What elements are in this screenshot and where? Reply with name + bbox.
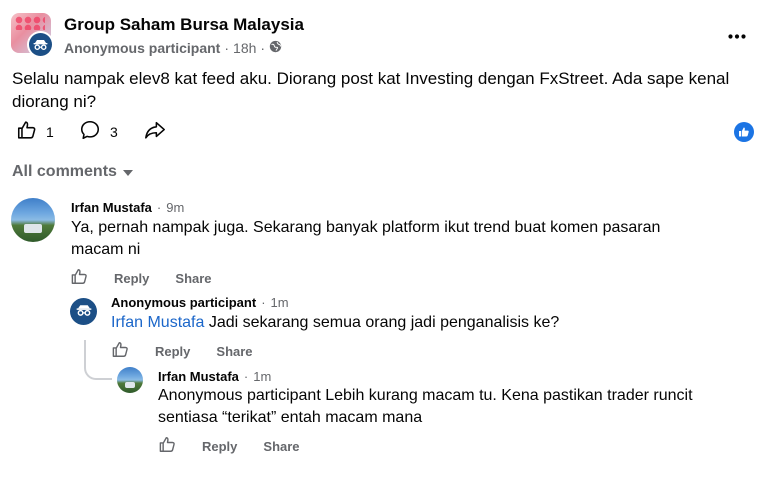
commenter-name[interactable]: Irfan Mustafa <box>71 200 152 215</box>
post-time[interactable]: 18h <box>233 40 256 56</box>
share-comment-button[interactable]: Share <box>216 344 252 359</box>
comment-time[interactable]: 1m <box>253 369 271 384</box>
comment-header: Irfan Mustafa · 1m <box>158 369 271 384</box>
comment-icon <box>78 119 102 146</box>
comment-separator: · <box>261 295 266 310</box>
all-comments-label: All comments <box>12 163 117 180</box>
group-name[interactable]: Group Saham Bursa Malaysia <box>64 15 304 35</box>
comment-actions: Reply Share <box>111 340 253 362</box>
all-comments-filter[interactable]: All comments <box>12 163 133 181</box>
meta-separator: · <box>224 40 230 56</box>
more-icon <box>728 26 746 44</box>
comment-separator: · <box>243 369 249 384</box>
anonymous-icon <box>76 303 92 321</box>
like-icon[interactable] <box>111 340 130 362</box>
more-options-button[interactable] <box>726 25 748 45</box>
post-text: Selalu nampak elev8 kat feed aku. Dioran… <box>12 69 730 111</box>
comment-actions: Reply Share <box>70 267 212 289</box>
share-button[interactable] <box>143 121 167 143</box>
comment-time[interactable]: 9m <box>166 200 184 215</box>
share-comment-button[interactable]: Share <box>175 271 211 286</box>
share-comment-button[interactable]: Share <box>263 439 299 454</box>
post-author[interactable]: Anonymous participant <box>64 40 220 56</box>
like-badge-icon[interactable] <box>734 122 754 142</box>
comment-header: Irfan Mustafa · 9m <box>71 200 184 215</box>
meta-separator: · <box>260 40 266 56</box>
comment-time[interactable]: 1m <box>271 295 289 310</box>
reply-button[interactable]: Reply <box>114 271 149 286</box>
like-icon[interactable] <box>158 435 177 457</box>
comment-text: Irfan Mustafa Jadi sekarang semua orang … <box>111 312 711 334</box>
share-icon <box>143 119 167 146</box>
commenter-name[interactable]: Anonymous participant <box>111 295 256 310</box>
like-count: 1 <box>46 124 54 140</box>
mention-link[interactable]: Irfan Mustafa <box>111 314 204 331</box>
anonymous-badge <box>27 31 54 58</box>
post-meta: Anonymous participant · 18h · <box>64 40 282 56</box>
anonymous-avatar[interactable] <box>70 298 97 325</box>
commenter-name[interactable]: Irfan Mustafa <box>158 369 239 384</box>
comment-header: Anonymous participant · 1m <box>111 295 289 310</box>
reply-button[interactable]: Reply <box>155 344 190 359</box>
comment-actions: Reply Share <box>158 435 300 457</box>
like-icon <box>16 119 38 146</box>
commenter-avatar[interactable] <box>117 367 143 393</box>
like-button[interactable]: 1 <box>16 119 54 146</box>
comment-button[interactable]: 3 <box>78 119 118 146</box>
comment-text: Ya, pernah nampak juga. Sekarang banyak … <box>71 219 661 258</box>
comment-count: 3 <box>110 124 118 140</box>
comment-text: Anonymous participant Lebih kurang macam… <box>158 387 693 426</box>
comment-body: Jadi sekarang semua orang jadi penganali… <box>208 314 560 331</box>
thread-connector <box>84 360 112 380</box>
like-icon[interactable] <box>70 267 89 289</box>
commenter-avatar[interactable] <box>11 198 55 242</box>
caret-down-icon <box>122 163 133 181</box>
globe-icon <box>269 40 282 56</box>
reply-button[interactable]: Reply <box>202 439 237 454</box>
anonymous-icon <box>29 33 52 56</box>
comment-separator: · <box>156 200 162 215</box>
